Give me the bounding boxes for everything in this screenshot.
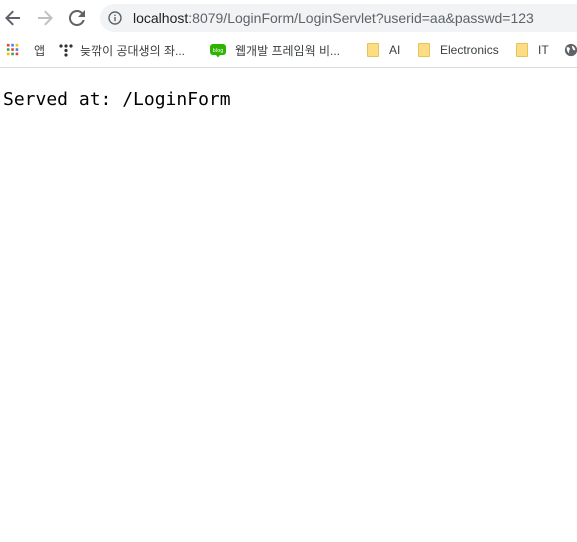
bookmark-tistory[interactable]: 늦깎이 공대생의 좌... [58,42,185,58]
bookmark-folder-electronics[interactable]: Electronics [418,42,499,58]
browser-chrome: localhost:8079/LoginForm/LoginServlet?us… [0,0,577,68]
bookmark-folder-it[interactable]: IT [516,42,549,58]
bookmark-label: AI [389,43,401,57]
served-at-text: Served at: /LoginForm [3,89,231,110]
folder-icon [367,43,379,57]
address-bar[interactable]: localhost:8079/LoginForm/LoginServlet?us… [100,4,577,32]
info-icon[interactable] [108,11,122,25]
tistory-icon [59,44,73,57]
reload-icon [69,10,85,26]
blog-icon: blog [210,44,226,58]
bookmark-label: IT [538,43,549,57]
browser-toolbar: localhost:8079/LoginForm/LoginServlet?us… [0,0,577,36]
bookmark-folder-ai[interactable]: AI [367,42,400,58]
back-arrow-icon [5,10,20,26]
bookmark-globe[interactable] [563,42,577,58]
folder-icon [418,43,430,57]
globe-icon [564,43,577,57]
back-button[interactable] [0,5,26,31]
bookmark-apps[interactable]: 앱 [6,42,45,58]
apps-grid-icon [6,43,19,56]
url-text[interactable]: localhost:8079/LoginForm/LoginServlet?us… [133,10,534,26]
bookmarks-bar: 앱 늦깎이 공대생의 좌... blog 웹개발 프레임웍 비... AI El… [0,36,577,64]
bookmark-label: Electronics [440,43,499,57]
svg-text:blog: blog [213,48,224,54]
url-path: :8079/LoginForm/LoginServlet?userid=aa&p… [188,10,534,26]
reload-button[interactable] [64,5,90,31]
forward-button[interactable] [32,5,58,31]
forward-arrow-icon [38,10,53,26]
bookmark-label: 앱 [34,43,46,58]
bookmark-label: 웹개발 프레임웍 비... [235,43,340,58]
bookmark-label: 늦깎이 공대생의 좌... [80,43,185,58]
folder-icon [516,43,528,57]
bookmark-blog[interactable]: blog 웹개발 프레임웍 비... [210,42,340,58]
url-host: localhost [133,10,189,26]
page-content: Served at: /LoginForm [0,69,577,542]
